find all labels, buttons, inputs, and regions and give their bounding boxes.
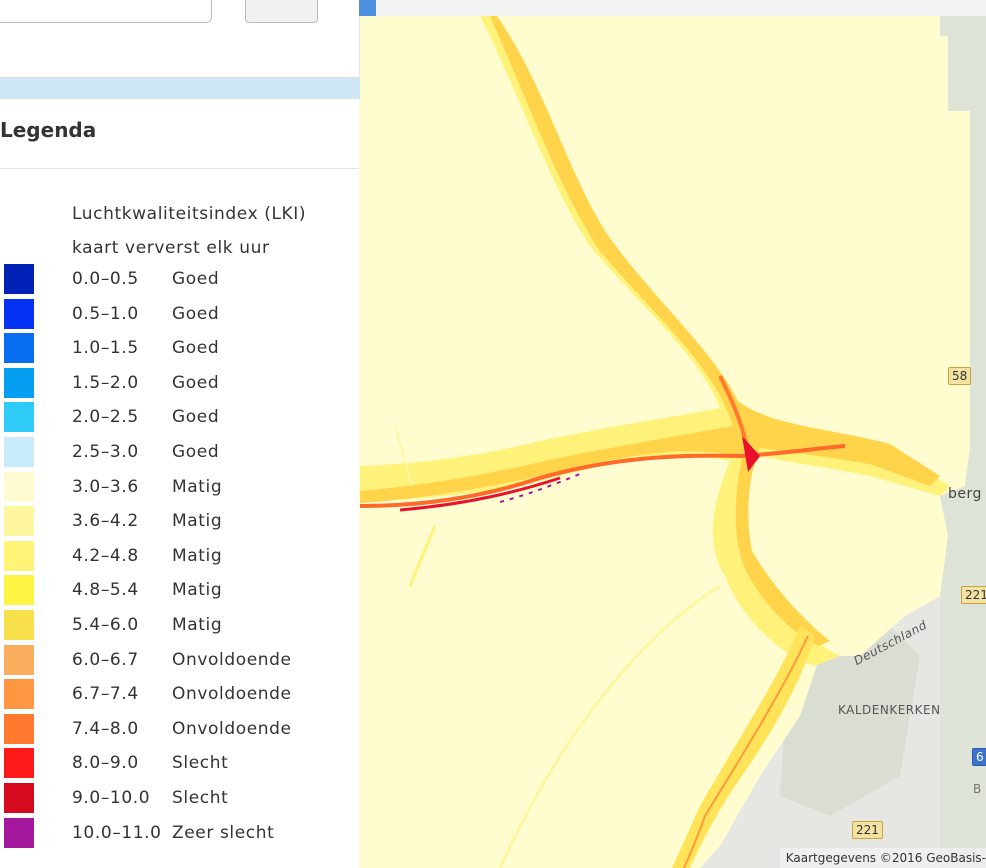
legend-item: 1.0–1.5 Goed [0, 333, 359, 364]
legend-quality: Goed [172, 407, 220, 428]
legend-range: 4.2–4.8 [72, 545, 139, 566]
legend-range: 6.7–7.4 [72, 684, 139, 705]
legend-color-swatch [4, 437, 34, 467]
legend-quality: Goed [172, 303, 220, 324]
legend-color-swatch [4, 713, 34, 744]
search-panel [0, 0, 359, 78]
legend-color-swatch [4, 610, 34, 640]
legend-item: 9.0–10.0 Slecht [0, 783, 359, 813]
legend-quality: Matig [172, 476, 223, 497]
legend-quality: Onvoldoende [172, 684, 292, 705]
legend-range: 7.4–8.0 [72, 718, 139, 739]
legend-item: 2.5–3.0 Goed [0, 437, 359, 467]
legend-range: 2.5–3.0 [72, 442, 139, 462]
legend-quality: Goed [172, 338, 220, 359]
legend-color-swatch [4, 748, 34, 779]
legend-item: 2.0–2.5 Goed [0, 402, 359, 433]
legend-quality: Matig [172, 511, 223, 532]
legend-quality: Onvoldoende [172, 718, 292, 739]
legend-range: 0.0–0.5 [72, 269, 139, 289]
legend-item: 3.6–4.2 Matig [0, 506, 359, 537]
legend-range: 3.0–3.6 [72, 476, 139, 497]
legend-range: 6.0–6.7 [72, 649, 139, 670]
road-shield-58: 58 [948, 367, 972, 385]
legend-range: 9.0–10.0 [72, 788, 151, 808]
legend-item: 0.5–1.0 Goed [0, 298, 359, 329]
legend-range: 2.0–2.5 [72, 407, 139, 428]
legend-quality: Goed [172, 269, 220, 289]
legend-item: 6.0–6.7 Onvoldoende [0, 644, 359, 675]
legend-item: 7.4–8.0 Onvoldoende [0, 713, 359, 744]
legend-quality: Goed [172, 372, 220, 393]
road-shield-221-east: 221 [961, 586, 986, 604]
road-shield-6: 6 [972, 748, 986, 766]
search-input[interactable] [0, 0, 212, 23]
legend-color-swatch [4, 817, 34, 848]
legend-color-swatch [4, 298, 34, 329]
legend-range: 4.8–5.4 [72, 580, 139, 601]
legend-color-swatch [4, 575, 34, 606]
legend-subtitle: Luchtkwaliteitsindex (LKI) [72, 204, 307, 224]
road-shield-221-south: 221 [852, 821, 883, 839]
legend-item: 4.8–5.4 Matig [0, 575, 359, 606]
legend-quality: Matig [172, 545, 223, 566]
legend-item: 0.0–0.5 Goed [0, 264, 359, 294]
legend-range: 8.0–9.0 [72, 753, 139, 774]
legend-color-swatch [4, 402, 34, 433]
legend-item: 10.0–11.0 Zeer slecht [0, 817, 359, 848]
legend-color-swatch [4, 471, 34, 502]
legend-color-swatch [4, 644, 34, 675]
legend-color-swatch [4, 783, 34, 813]
place-label-b: B [973, 782, 982, 796]
legend-color-swatch [4, 679, 34, 710]
place-label-berg: berg [948, 486, 982, 502]
legend-refresh-note: kaart ververst elk uur [72, 238, 270, 258]
legend-color-swatch [4, 333, 34, 364]
legend-quality: Slecht [172, 788, 229, 808]
legend-item: 4.2–4.8 Matig [0, 540, 359, 571]
legend-color-swatch [4, 540, 34, 571]
legend-quality: Matig [172, 580, 223, 601]
search-button[interactable] [245, 0, 318, 23]
legend-item: 5.4–6.0 Matig [0, 610, 359, 640]
legend-quality: Goed [172, 442, 220, 462]
legend-quality: Matig [172, 615, 223, 635]
place-label-kaldenkerken: KALDENKERKEN [838, 703, 941, 717]
legend-item: 8.0–9.0 Slecht [0, 748, 359, 779]
legend-color-swatch [4, 367, 34, 398]
legend-color-swatch [4, 506, 34, 537]
legend-color-swatch [4, 264, 34, 294]
legend-range: 0.5–1.0 [72, 303, 139, 324]
legend-item: 3.0–3.6 Matig [0, 471, 359, 502]
legend-quality: Zeer slecht [172, 822, 275, 843]
legend-range: 3.6–4.2 [72, 511, 139, 532]
legend-range: 1.5–2.0 [72, 372, 139, 393]
legend-quality: Slecht [172, 753, 229, 774]
legend-range: 5.4–6.0 [72, 615, 139, 635]
legend-divider [0, 168, 359, 169]
legend-item: 1.5–2.0 Goed [0, 367, 359, 398]
legend-quality: Onvoldoende [172, 649, 292, 670]
legend-title: Legenda [0, 118, 97, 142]
map-attribution[interactable]: Kaartgegevens ©2016 GeoBasis- [779, 848, 986, 868]
legend-range: 1.0–1.5 [72, 338, 139, 359]
legend-range: 10.0–11.0 [72, 822, 162, 843]
legend-item: 6.7–7.4 Onvoldoende [0, 679, 359, 710]
